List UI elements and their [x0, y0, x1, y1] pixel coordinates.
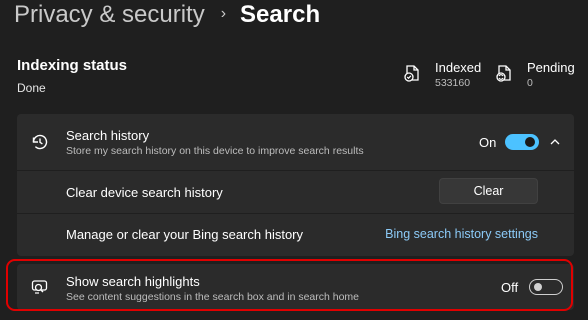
breadcrumb: Privacy & security › Search: [14, 0, 320, 32]
search-history-state: On: [479, 135, 497, 150]
annotation-highlight-ring: [6, 259, 573, 311]
search-history-toggle[interactable]: [505, 134, 539, 150]
indexed-count: 533160: [435, 77, 471, 89]
search-history-title: Search history: [66, 128, 150, 143]
breadcrumb-privacy-security[interactable]: Privacy & security: [14, 1, 205, 29]
search-history-subtitle: Store my search history on this device t…: [66, 145, 364, 157]
pending-stat: Pending 0: [495, 60, 575, 90]
bing-history-label: Manage or clear your Bing search history: [66, 227, 304, 242]
history-icon: [32, 134, 48, 150]
indexed-document-icon: [404, 65, 419, 82]
toggle-knob: [525, 137, 535, 147]
clear-device-history-row: Clear device search history Clear: [17, 171, 574, 213]
settings-page: Privacy & security › Search Indexing sta…: [0, 0, 588, 320]
bing-history-row: Manage or clear your Bing search history…: [17, 214, 574, 256]
indexed-label: Indexed: [435, 60, 482, 75]
clear-button[interactable]: Clear: [439, 178, 538, 204]
chevron-up-icon[interactable]: [549, 136, 561, 148]
chevron-right-icon: ›: [220, 5, 227, 22]
page-title: Search: [240, 1, 321, 28]
pending-count: 0: [527, 77, 533, 89]
pending-document-icon: [496, 65, 511, 82]
indexed-stat: Indexed 533160: [403, 60, 481, 90]
pending-label: Pending: [527, 60, 575, 75]
clear-device-history-label: Clear device search history: [66, 185, 223, 200]
bing-history-settings-link[interactable]: Bing search history settings: [385, 227, 538, 241]
indexing-status-title: Indexing status: [17, 57, 128, 74]
indexing-status-value: Done: [17, 81, 46, 95]
search-history-card[interactable]: Search history Store my search history o…: [17, 114, 574, 170]
